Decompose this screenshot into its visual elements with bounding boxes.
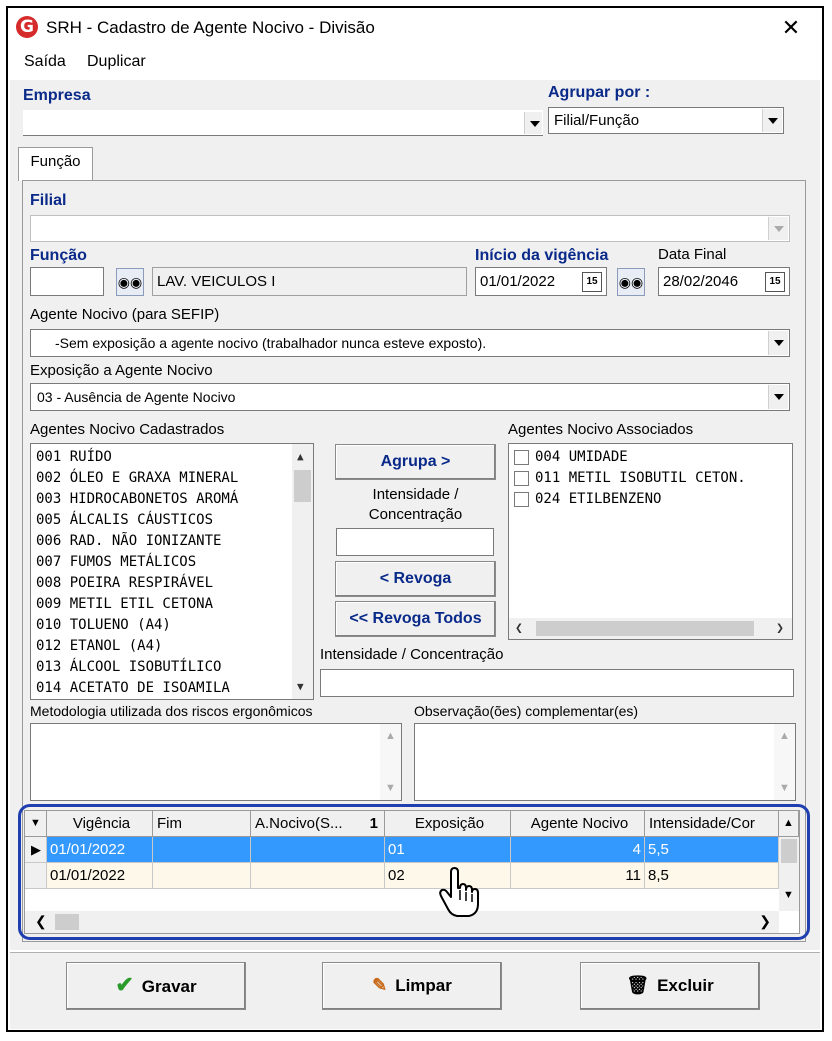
exposicao-label: Exposição a Agente Nocivo — [30, 362, 213, 379]
cadastrados-scrollbar[interactable]: ▲ ▼ — [292, 444, 313, 699]
excluir-label: Excluir — [657, 976, 714, 995]
window-title: SRH - Cadastro de Agente Nocivo - Divisã… — [46, 18, 375, 37]
checkbox[interactable] — [514, 470, 529, 486]
agente-sefip-label: Agente Nocivo (para SEFIP) — [30, 306, 220, 323]
funcao-code-input[interactable] — [30, 267, 104, 296]
list-item[interactable]: 009 METIL ETIL CETONA — [31, 594, 313, 615]
observacao-textarea[interactable]: ▲ ▼ — [414, 723, 796, 801]
chevron-down-icon[interactable] — [768, 217, 788, 240]
inicio-input[interactable]: 01/01/2022 15 — [475, 267, 607, 296]
checkbox[interactable] — [514, 449, 529, 465]
associados-list[interactable]: 004 UMIDADE 011 METIL ISOBUTIL CETON. 02… — [508, 443, 793, 640]
intensidade-input[interactable] — [320, 669, 794, 697]
list-item[interactable]: 008 POEIRA RESPIRÁVEL — [31, 573, 313, 594]
scroll-left-icon[interactable]: ❮ — [515, 621, 523, 636]
gravar-label: Gravar — [141, 977, 197, 996]
tab-funcao[interactable]: Função — [18, 147, 93, 181]
trash-icon: 🗑 — [626, 975, 650, 995]
associado-label: 011 METIL ISOBUTIL CETON. — [535, 470, 746, 486]
funcao-name-field: LAV. VEICULOS I — [152, 267, 467, 296]
revoga-button[interactable]: < Revoga — [335, 561, 496, 597]
menu-duplicar[interactable]: Duplicar — [87, 53, 146, 71]
menu-saida[interactable]: Saída — [24, 53, 66, 71]
associado-label: 024 ETILBENZENO — [535, 491, 662, 507]
app-logo-icon: G — [16, 16, 38, 38]
scroll-up-icon[interactable]: ▲ — [779, 730, 790, 742]
list-item[interactable]: 005 ÁLCALIS CÁUSTICOS — [31, 510, 313, 531]
agrupar-label: Agrupar por : — [548, 84, 651, 101]
checkbox[interactable] — [514, 491, 529, 507]
funcao-name-value: LAV. VEICULOS I — [157, 273, 276, 290]
eraser-icon: ✎ — [372, 975, 388, 995]
list-item[interactable]: 012 ETANOL (A4) — [31, 636, 313, 657]
agrupa-button[interactable]: Agrupa > — [335, 444, 496, 480]
datafinal-input[interactable]: 28/02/2046 15 — [658, 267, 790, 296]
scroll-down-icon[interactable]: ▼ — [297, 680, 304, 693]
gravar-button[interactable]: ✔ Gravar — [66, 962, 246, 1010]
datafinal-label: Data Final — [658, 246, 727, 263]
checkmark-icon: ✔ — [115, 972, 134, 997]
agente-sefip-combo[interactable]: -Sem exposição a agente nocivo (trabalha… — [30, 329, 790, 357]
funcao-label: Função — [30, 247, 87, 264]
list-item[interactable]: 014 ACETATO DE ISOAMILA — [31, 678, 313, 699]
scroll-right-icon[interactable]: ❯ — [776, 621, 784, 636]
list-item[interactable]: 006 RAD. NÃO IONIZANTE — [31, 531, 313, 552]
datafinal-value: 28/02/2046 — [663, 273, 739, 290]
excluir-button[interactable]: 🗑 Excluir — [580, 962, 760, 1010]
chevron-down-icon[interactable] — [768, 331, 788, 355]
empresa-combo[interactable] — [23, 110, 543, 136]
associados-label: Agentes Nocivo Associados — [508, 421, 694, 438]
calendar-icon[interactable]: 15 — [582, 272, 602, 292]
list-item[interactable]: 010 TOLUENO (A4) — [31, 615, 313, 636]
scroll-thumb[interactable] — [536, 621, 754, 636]
binoculars-icon[interactable]: ◉◉ — [116, 268, 144, 296]
agente-sefip-value: -Sem exposição a agente nocivo (trabalha… — [55, 335, 487, 351]
cadastrados-label: Agentes Nocivo Cadastrados — [30, 421, 225, 438]
metodologia-scrollbar[interactable]: ▲ ▼ — [380, 724, 401, 800]
grid-highlight-outline — [18, 804, 810, 940]
intensidade-middle-label: Intensidade / Concentração — [368, 486, 463, 523]
scroll-up-icon[interactable]: ▲ — [385, 730, 396, 742]
inicio-value: 01/01/2022 — [480, 273, 556, 290]
binoculars-icon[interactable]: ◉◉ — [617, 268, 645, 296]
hand-cursor-icon — [438, 866, 480, 918]
list-item[interactable]: 004 UMIDADE — [509, 447, 792, 468]
scroll-up-icon[interactable]: ▲ — [297, 450, 304, 463]
close-icon[interactable]: ✕ — [776, 13, 806, 43]
list-item[interactable]: 024 ETILBENZENO — [509, 489, 792, 510]
revoga-todos-button[interactable]: << Revoga Todos — [335, 601, 496, 637]
list-item[interactable]: 007 FUMOS METÁLICOS — [31, 552, 313, 573]
filial-label: Filial — [30, 192, 67, 209]
agrupar-value: Filial/Função — [554, 112, 640, 129]
limpar-button[interactable]: ✎ Limpar — [322, 962, 502, 1010]
empresa-label: Empresa — [23, 87, 91, 104]
intensidade-label: Intensidade / Concentração — [320, 646, 504, 663]
scroll-down-icon[interactable]: ▼ — [385, 782, 396, 794]
observacao-scrollbar[interactable]: ▲ ▼ — [774, 724, 795, 800]
list-item[interactable]: 003 HIDROCABONETOS AROMÁ — [31, 489, 313, 510]
calendar-icon[interactable]: 15 — [765, 272, 785, 292]
list-item[interactable]: 013 ÁLCOOL ISOBUTÍLICO — [31, 657, 313, 678]
scroll-thumb[interactable] — [294, 470, 311, 502]
associados-hscrollbar[interactable]: ❮ ❯ — [509, 618, 792, 639]
chevron-down-icon[interactable] — [524, 112, 542, 134]
observacao-label: Observação(ões) complementar(es) — [414, 703, 639, 719]
cadastrados-list[interactable]: 001 RUÍDO 002 ÓLEO E GRAXA MINERAL 003 H… — [30, 443, 314, 700]
intensidade-middle-input[interactable] — [336, 528, 494, 556]
associado-label: 004 UMIDADE — [535, 449, 628, 465]
agrupar-combo[interactable]: Filial/Função — [548, 107, 784, 134]
list-item[interactable]: 001 RUÍDO — [31, 447, 313, 468]
inicio-label: Início da vigência — [475, 247, 609, 264]
exposicao-value: 03 - Ausência de Agente Nocivo — [37, 389, 236, 405]
exposicao-combo[interactable]: 03 - Ausência de Agente Nocivo — [30, 383, 790, 411]
list-item[interactable]: 011 METIL ISOBUTIL CETON. — [509, 468, 792, 489]
chevron-down-icon[interactable] — [762, 109, 782, 132]
metodologia-textarea[interactable]: ▲ ▼ — [30, 723, 402, 801]
metodologia-label: Metodologia utilizada dos riscos ergonôm… — [30, 703, 313, 719]
filial-combo[interactable] — [30, 215, 790, 242]
list-item[interactable]: 002 ÓLEO E GRAXA MINERAL — [31, 468, 313, 489]
chevron-down-icon[interactable] — [768, 385, 788, 409]
limpar-label: Limpar — [395, 976, 452, 995]
scroll-down-icon[interactable]: ▼ — [779, 782, 790, 794]
